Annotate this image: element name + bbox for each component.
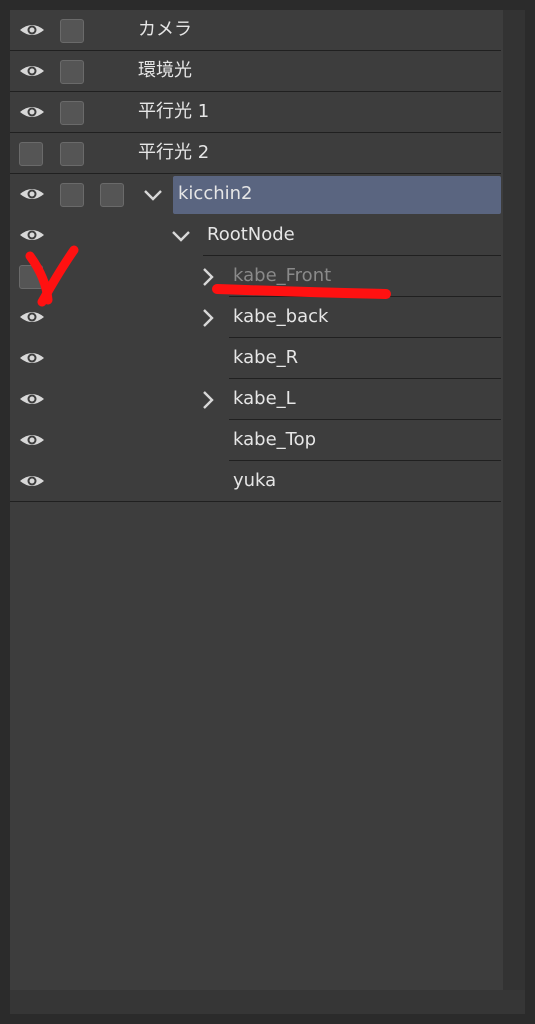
visibility-checkbox[interactable] — [19, 142, 43, 166]
eye-icon[interactable] — [18, 390, 46, 408]
horizontal-scrollbar[interactable] — [10, 990, 525, 1014]
layer-row-kabe-r[interactable]: kabe_R — [10, 338, 501, 379]
eye-icon[interactable] — [18, 103, 46, 121]
eye-icon[interactable] — [18, 21, 46, 39]
layer-label: yuka — [233, 470, 277, 491]
eye-icon[interactable] — [18, 349, 46, 367]
layer-label: カメラ — [138, 19, 192, 40]
chevron-right-icon[interactable] — [196, 265, 220, 289]
layer-label: RootNode — [207, 224, 295, 245]
eye-icon[interactable] — [18, 62, 46, 80]
layer-label: 環境光 — [138, 60, 192, 81]
layer-label: 平行光 1 — [138, 101, 210, 122]
layer-row-yuka[interactable]: yuka — [10, 461, 501, 502]
layer-row-kabe-back[interactable]: kabe_back — [10, 297, 501, 338]
lock-checkbox[interactable] — [60, 101, 84, 125]
chevron-down-icon[interactable] — [141, 183, 165, 207]
visibility-checkbox[interactable] — [19, 265, 43, 289]
vertical-scrollbar[interactable] — [503, 10, 525, 1014]
layer-label: kabe_L — [233, 388, 296, 409]
layer-row-kabe-top[interactable]: kabe_Top — [10, 420, 501, 461]
layer-row-kabe-front[interactable]: kabe_Front — [10, 256, 501, 297]
layer-label: kabe_Front — [233, 265, 332, 286]
layer-row-camera[interactable]: カメラ — [10, 10, 501, 51]
layer-row-directional-light-2[interactable]: 平行光 2 — [10, 133, 501, 174]
eye-icon[interactable] — [18, 308, 46, 326]
lock-checkbox[interactable] — [60, 142, 84, 166]
layer-row-rootnode[interactable]: RootNode — [10, 215, 501, 256]
eye-icon[interactable] — [18, 185, 46, 203]
layer-row-kicchin2[interactable]: kicchin2 — [10, 174, 501, 215]
lock-checkbox[interactable] — [60, 19, 84, 43]
eye-icon[interactable] — [18, 472, 46, 490]
lock-checkbox[interactable] — [60, 183, 84, 207]
option-checkbox[interactable] — [100, 183, 124, 207]
layer-row-kabe-l[interactable]: kabe_L — [10, 379, 501, 420]
layer-label: kicchin2 — [178, 183, 253, 204]
layer-label: kabe_Top — [233, 429, 317, 450]
layer-row-ambient-light[interactable]: 環境光 — [10, 51, 501, 92]
layer-label: kabe_back — [233, 306, 329, 327]
layer-label: 平行光 2 — [138, 142, 210, 163]
chevron-right-icon[interactable] — [196, 306, 220, 330]
row-divider — [10, 501, 501, 502]
lock-checkbox[interactable] — [60, 60, 84, 84]
chevron-right-icon[interactable] — [196, 388, 220, 412]
chevron-down-icon[interactable] — [169, 224, 193, 248]
eye-icon[interactable] — [18, 431, 46, 449]
eye-icon[interactable] — [18, 226, 46, 244]
layer-panel: カメラ 環境光 平行光 1 平行光 2 kicchin2 RootNode ka… — [10, 10, 525, 1014]
layer-label: kabe_R — [233, 347, 299, 368]
layer-row-directional-light-1[interactable]: 平行光 1 — [10, 92, 501, 133]
